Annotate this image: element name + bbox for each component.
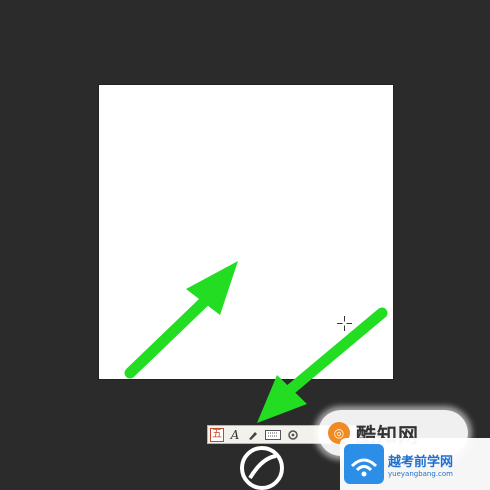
site-texts: 越考前学网 yueyangbang.com [388,451,453,478]
site-url: yueyangbang.com [388,469,453,478]
site-name: 越考前学网 [388,454,454,470]
document-canvas[interactable] [99,85,393,379]
ime-logo-button[interactable]: 五 [210,427,224,442]
watermark-swirl-logo-icon [240,446,284,490]
site-badge: 越考前学网 yueyangbang.com [340,438,490,490]
site-logo-icon [344,444,384,484]
crosshair-cursor-icon [337,316,352,331]
